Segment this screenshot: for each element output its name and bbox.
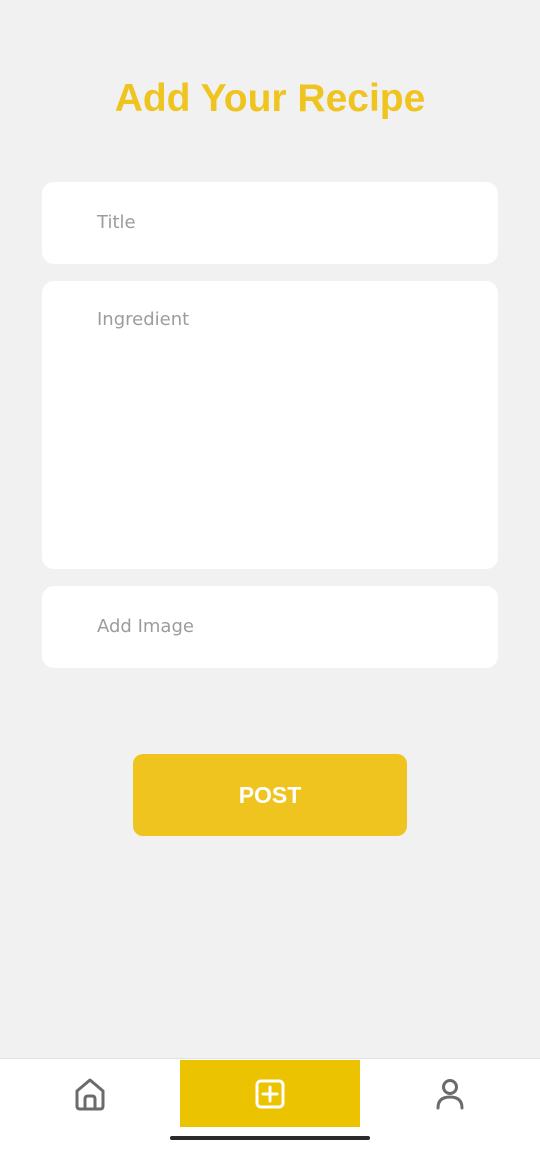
title-input[interactable]: Title [42, 182, 498, 264]
nav-profile[interactable] [360, 1060, 540, 1127]
ingredient-textarea[interactable]: Ingredient [42, 281, 498, 569]
nav-add-recipe[interactable] [180, 1060, 360, 1127]
add-image-placeholder: Add Image [97, 616, 194, 637]
user-icon [435, 1078, 465, 1110]
page-title: Add Your Recipe [114, 77, 426, 120]
home-indicator [170, 1136, 370, 1140]
home-icon [74, 1077, 106, 1111]
nav-home[interactable] [0, 1060, 180, 1127]
plus-square-icon [254, 1078, 286, 1110]
title-placeholder: Title [97, 212, 136, 233]
ingredient-placeholder: Ingredient [97, 309, 190, 330]
post-button[interactable]: POST [133, 754, 407, 836]
add-image-field[interactable]: Add Image [42, 586, 498, 668]
